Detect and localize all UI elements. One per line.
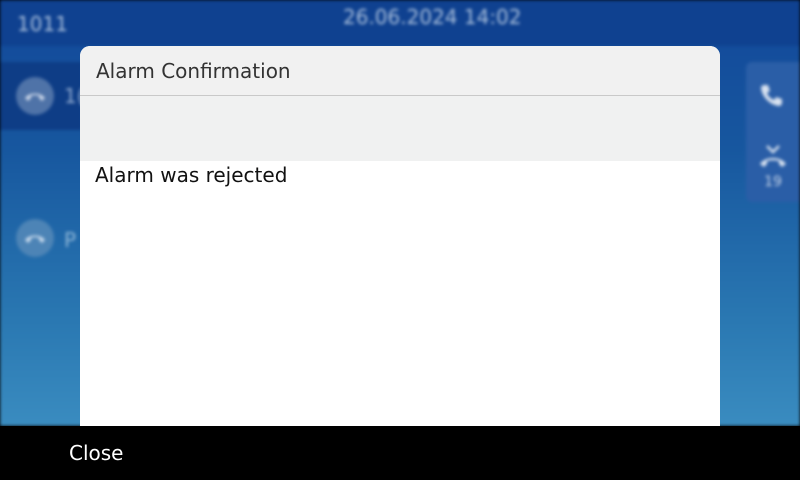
handset-hangup-icon — [16, 77, 54, 115]
dialog-subheader — [80, 96, 720, 161]
date-time: 26.06.2024 14:02 — [343, 5, 522, 29]
close-button[interactable]: Close — [40, 426, 160, 480]
extension-number: 1011 — [17, 12, 68, 36]
handset-hangup-icon[interactable] — [16, 219, 54, 257]
right-side-panel: 19 — [746, 62, 800, 202]
line-key-2-label: P — [64, 228, 77, 252]
softkey-bar: Close — [0, 426, 800, 480]
status-bar: 1011 26.06.2024 14:02 — [0, 0, 800, 46]
phone-icon[interactable] — [758, 82, 784, 112]
dialog-title: Alarm Confirmation — [96, 59, 291, 83]
phone-screen: 1011 26.06.2024 14:02 1( P 19 Alarm Conf… — [0, 0, 800, 480]
missed-calls-count: 19 — [764, 174, 782, 190]
dialog-header: Alarm Confirmation — [80, 46, 720, 96]
missed-calls-icon[interactable] — [759, 144, 787, 172]
dialog-message: Alarm was rejected — [95, 163, 288, 187]
alarm-confirmation-dialog: Alarm Confirmation Alarm was rejected — [80, 46, 720, 426]
